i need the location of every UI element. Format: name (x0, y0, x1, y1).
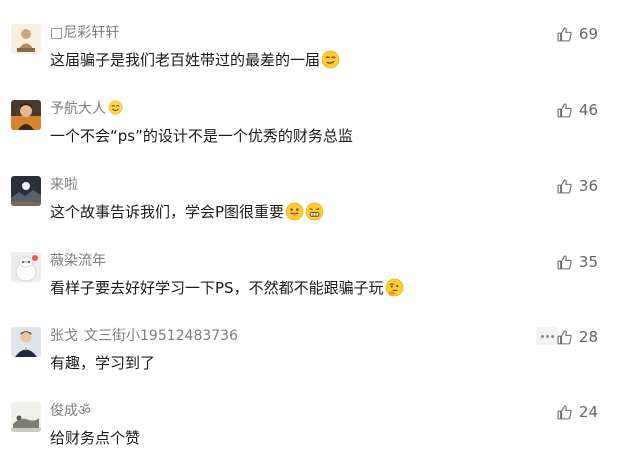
commenter-name[interactable]: □尼彩轩轩 (50, 23, 119, 43)
like-count: 28 (578, 328, 598, 346)
comment-text: 给财务点个赞 (50, 426, 140, 450)
like-count: 35 (578, 253, 598, 271)
like-button[interactable]: 28 (556, 326, 598, 348)
baymax-avatar[interactable] (11, 252, 41, 282)
commenter-name-text: 俊成ॐ (50, 403, 91, 419)
commenter-name-text: 予航大人 (50, 101, 106, 117)
commenter-name[interactable]: 予航大人 (50, 99, 123, 119)
like-button[interactable]: 69 (556, 23, 598, 45)
tongue-emoji (285, 202, 304, 221)
commenter-name-text: 张戈 (50, 328, 78, 344)
comment-item: 张戈 文三街小19512483736 有趣，学习到了 28 (0, 327, 618, 403)
commenter-name[interactable]: 俊成ॐ (50, 401, 91, 421)
like-button[interactable]: 36 (556, 175, 598, 197)
comment-text: 这届骗子是我们老百姓带过的最差的一届 (50, 48, 340, 72)
night-scene-avatar[interactable] (11, 176, 41, 206)
comment-text-content: 这个故事告诉我们，学会P图很重要 (50, 203, 285, 221)
comment-item: 薇染流年 看样子要去好好学习一下PS，不然都不能跟骗子玩 35 (0, 252, 618, 328)
reclining-figure-avatar[interactable] (11, 402, 41, 432)
person-avatar[interactable] (11, 100, 41, 130)
comment-text-content: 一个不会“ps”的设计不是一个优秀的财务总监 (50, 127, 353, 145)
commenter-name-text: □尼彩轩轩 (50, 25, 120, 41)
comment-text-content: 有趣，学习到了 (50, 354, 156, 372)
comment-text-content: 这届骗子是我们老百姓带过的最差的一届 (50, 51, 321, 69)
comment-item: 予航大人 一个不会“ps”的设计不是一个优秀的财务总监 46 (0, 100, 618, 176)
comment-item: □尼彩轩轩 这届骗子是我们老百姓带过的最差的一届 69 (0, 24, 618, 100)
comment-item: 俊成ॐ 给财务点个赞 24 (0, 402, 618, 457)
commenter-name-suffix: 文三街小19512483736 (84, 328, 238, 344)
commenter-name[interactable]: 薇染流年 (50, 251, 106, 271)
thumbs-up-icon (557, 330, 572, 344)
thumbs-up-icon (557, 255, 572, 269)
like-count: 69 (578, 25, 598, 43)
like-count: 36 (578, 177, 598, 195)
comment-text: 一个不会“ps”的设计不是一个优秀的财务总监 (50, 124, 353, 148)
thumbs-up-icon (557, 405, 572, 419)
thinking-emoji (385, 278, 404, 297)
figure-avatar[interactable] (11, 24, 41, 54)
comment-list: □尼彩轩轩 这届骗子是我们老百姓带过的最差的一届 69 予航大人 一个不会“ps… (0, 0, 618, 457)
smirk-emoji (321, 50, 340, 69)
like-button[interactable]: 24 (556, 401, 598, 423)
grimace-emoji (305, 202, 324, 221)
comment-item: 来啦 这个故事告诉我们，学会P图很重要 36 (0, 176, 618, 252)
like-button[interactable]: 35 (556, 251, 598, 273)
like-count: 46 (578, 101, 598, 119)
comment-text-content: 给财务点个赞 (50, 429, 141, 447)
suit-person-avatar[interactable] (11, 327, 41, 357)
comment-text: 这个故事告诉我们，学会P图很重要 (50, 200, 324, 224)
like-button[interactable]: 46 (556, 99, 598, 121)
thumbs-up-icon (557, 27, 572, 41)
like-count: 24 (578, 403, 598, 421)
commenter-name-text: 来啦 (50, 177, 78, 193)
comment-text: 有趣，学习到了 (50, 351, 155, 375)
thumbs-up-icon (557, 103, 572, 117)
more-options-icon[interactable] (536, 327, 558, 345)
comment-text-content: 看样子要去好好学习一下PS，不然都不能跟骗子玩 (50, 279, 384, 297)
thumbs-up-icon (557, 179, 572, 193)
commenter-name[interactable]: 张戈 文三街小19512483736 (50, 326, 238, 346)
comment-text: 看样子要去好好学习一下PS，不然都不能跟骗子玩 (50, 276, 404, 300)
commenter-name-text: 薇染流年 (50, 253, 106, 269)
commenter-name[interactable]: 来啦 (50, 175, 78, 195)
smile-emoji (108, 100, 123, 115)
